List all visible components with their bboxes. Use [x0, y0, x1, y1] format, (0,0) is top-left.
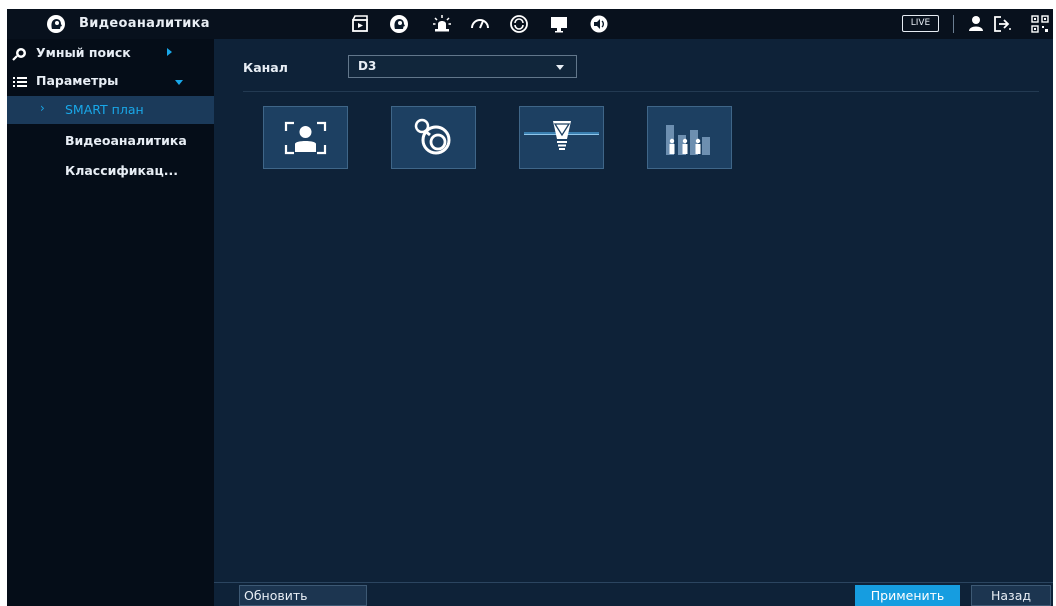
people-counting-tile[interactable]: [647, 106, 732, 169]
sidebar-item-label: Видеоаналитика: [65, 133, 187, 148]
sidebar-item-label: SMART план: [65, 102, 144, 117]
sidebar-item-parameters[interactable]: Параметры: [7, 67, 214, 95]
list-icon: [12, 74, 28, 88]
sidebar-item-label: Параметры: [36, 73, 119, 88]
chevron-right-icon: [167, 48, 172, 56]
refresh-button[interactable]: Обновить: [239, 585, 367, 606]
face-detection-icon: [284, 121, 327, 155]
back-button[interactable]: Назад: [971, 585, 1051, 606]
gauge-icon[interactable]: [469, 14, 491, 34]
sidebar: Умный поиск Параметры › SMART план Видео…: [7, 39, 214, 606]
head-analytics-icon: [46, 14, 66, 34]
qr-code-icon[interactable]: [1029, 14, 1051, 34]
alarm-icon[interactable]: [431, 14, 453, 34]
sidebar-item-classification[interactable]: Классификац...: [7, 157, 214, 185]
sidebar-item-smart-search[interactable]: Умный поиск: [7, 39, 214, 67]
toolbar-divider: [953, 15, 954, 33]
main-content: Канал D3 Обновить Применить Назад: [214, 39, 1053, 606]
sidebar-item-smart-plan[interactable]: › SMART план: [7, 96, 214, 124]
monitor-icon[interactable]: [548, 14, 570, 34]
face-detection-tile[interactable]: [263, 106, 348, 169]
sidebar-item-video-analytics[interactable]: Видеоаналитика: [7, 127, 214, 155]
app-title: Видеоаналитика: [79, 16, 210, 31]
user-icon[interactable]: [965, 14, 987, 34]
sidebar-item-label: Умный поиск: [36, 45, 131, 60]
smart-search-icon: [12, 46, 28, 61]
chevron-down-icon: [175, 80, 183, 85]
chevron-right-icon: ›: [40, 101, 45, 115]
head-analytics-icon[interactable]: [388, 14, 410, 34]
top-bar: Видеоаналитика LIVE: [7, 9, 1053, 39]
live-button[interactable]: LIVE: [902, 15, 939, 32]
channel-label: Канал: [243, 60, 288, 75]
divider: [243, 91, 1039, 92]
apply-button[interactable]: Применить: [855, 585, 960, 606]
lightbulb-icon: [524, 121, 599, 150]
camera-lens-icon: [414, 118, 451, 155]
logout-icon[interactable]: [991, 14, 1013, 34]
sync-icon[interactable]: [508, 14, 530, 34]
speaker-icon[interactable]: [588, 14, 610, 34]
heat-map-tile[interactable]: [519, 106, 604, 169]
people-counting-icon: [666, 125, 710, 155]
object-tile[interactable]: [391, 106, 476, 169]
app-window: Видеоаналитика LIVE Умный поиск Параметр…: [7, 9, 1053, 606]
sidebar-item-label: Классификац...: [65, 163, 178, 178]
channel-value: D3: [358, 59, 377, 73]
footer-divider: [214, 582, 1053, 583]
film-playback-icon[interactable]: [349, 14, 371, 34]
channel-select[interactable]: D3: [348, 55, 577, 78]
chevron-down-icon: [556, 65, 564, 70]
